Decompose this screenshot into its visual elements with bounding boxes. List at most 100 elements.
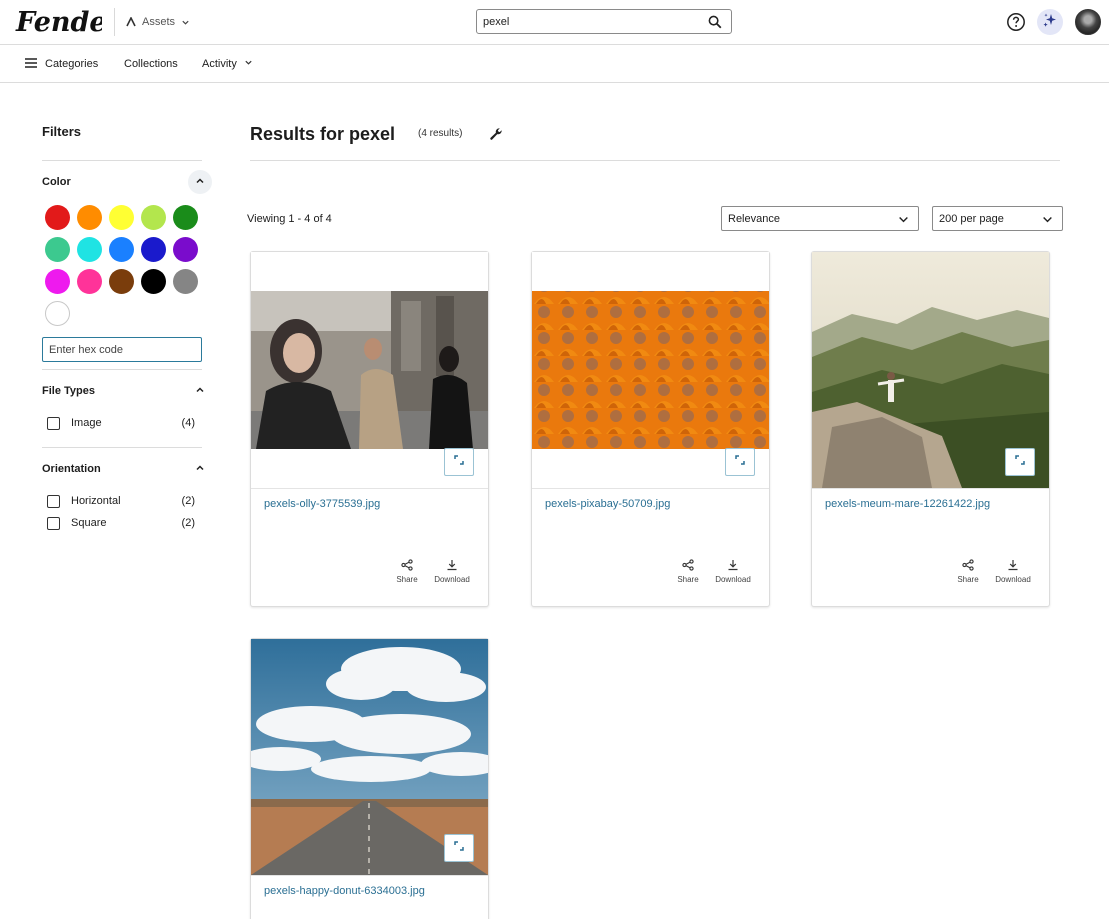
- results-count: (4 results): [418, 128, 463, 139]
- color-section-title: Color: [42, 176, 71, 188]
- sort-select[interactable]: Relevance: [721, 206, 919, 231]
- nav-collections[interactable]: Collections: [124, 56, 178, 72]
- search-box: [476, 9, 732, 34]
- expand-icon: [453, 839, 465, 857]
- nav-activity[interactable]: Activity: [202, 56, 253, 72]
- filters-title: Filters: [42, 124, 82, 139]
- assets-app-icon: [126, 17, 136, 27]
- color-swatch[interactable]: [109, 269, 134, 294]
- download-label: Download: [715, 575, 751, 584]
- filter-option-square: Square (2): [47, 516, 197, 532]
- nav-categories-label: Categories: [45, 58, 99, 70]
- asset-filename-link[interactable]: pexels-pixabay-50709.jpg: [545, 498, 670, 510]
- viewing-range: Viewing 1 - 4 of 4: [247, 213, 332, 225]
- chevron-up-icon: [195, 460, 205, 478]
- color-swatch[interactable]: [45, 301, 70, 326]
- search-icon[interactable]: [708, 15, 722, 29]
- per-page-select-value: 200 per page: [939, 213, 1004, 225]
- sparkle-icon: [1042, 12, 1058, 33]
- color-swatch[interactable]: [45, 237, 70, 262]
- download-icon: [1008, 560, 1018, 571]
- help-icon[interactable]: [1006, 12, 1026, 32]
- color-swatch[interactable]: [173, 269, 198, 294]
- share-label: Share: [677, 575, 699, 584]
- color-swatch[interactable]: [77, 237, 102, 262]
- file-types-collapse-toggle[interactable]: [188, 379, 212, 403]
- nav-activity-label: Activity: [202, 58, 237, 70]
- expand-preview-button[interactable]: [725, 448, 755, 476]
- filter-option-label: Image: [71, 417, 102, 429]
- asset-card[interactable]: pexels-happy-donut-6334003.jpg: [250, 638, 489, 919]
- card-divider: [812, 488, 1049, 489]
- ai-assistant-button[interactable]: [1037, 9, 1063, 35]
- filter-option-count: (4): [181, 417, 195, 429]
- color-collapse-toggle[interactable]: [188, 170, 212, 194]
- top-bar: Fender Assets: [0, 0, 1109, 45]
- sort-select-value: Relevance: [728, 213, 780, 225]
- orientation-collapse-toggle[interactable]: [188, 457, 212, 481]
- download-icon: [447, 560, 457, 571]
- wrench-icon[interactable]: [489, 127, 503, 141]
- hex-code-input[interactable]: [42, 337, 202, 362]
- chevron-up-icon: [195, 382, 205, 400]
- expand-preview-button[interactable]: [444, 448, 474, 476]
- share-button[interactable]: Share: [387, 559, 427, 584]
- expand-icon: [453, 453, 465, 471]
- orientation-section-title: Orientation: [42, 463, 101, 475]
- menu-icon: [24, 57, 38, 72]
- chevron-down-icon: [244, 58, 253, 70]
- chevron-down-icon: [1042, 214, 1053, 228]
- asset-filename-link[interactable]: pexels-happy-donut-6334003.jpg: [264, 885, 425, 897]
- share-button[interactable]: Share: [948, 559, 988, 584]
- download-button[interactable]: Download: [432, 559, 472, 584]
- expand-preview-button[interactable]: [1005, 448, 1035, 476]
- expand-preview-button[interactable]: [444, 834, 474, 862]
- color-swatch[interactable]: [45, 269, 70, 294]
- share-icon: [962, 559, 974, 571]
- nav-collections-label: Collections: [124, 58, 178, 70]
- share-label: Share: [396, 575, 418, 584]
- filter-option-horizontal: Horizontal (2): [47, 494, 197, 510]
- filters-divider: [42, 369, 202, 370]
- download-button[interactable]: Download: [713, 559, 753, 584]
- asset-filename-link[interactable]: pexels-olly-3775539.jpg: [264, 498, 380, 510]
- color-swatch[interactable]: [77, 269, 102, 294]
- nav-categories[interactable]: Categories: [24, 56, 98, 72]
- per-page-select[interactable]: 200 per page: [932, 206, 1063, 231]
- color-swatch[interactable]: [173, 237, 198, 262]
- card-divider: [251, 875, 488, 876]
- share-icon: [401, 559, 413, 571]
- color-swatch[interactable]: [109, 205, 134, 230]
- color-swatch[interactable]: [173, 205, 198, 230]
- filter-option-label: Square: [71, 517, 107, 529]
- fender-logo[interactable]: Fender: [14, 4, 102, 40]
- color-swatch[interactable]: [141, 237, 166, 262]
- asset-filename-link[interactable]: pexels-meum-mare-12261422.jpg: [825, 498, 990, 510]
- asset-card[interactable]: pexels-pixabay-50709.jpg Share Download: [531, 251, 770, 607]
- color-swatch[interactable]: [141, 269, 166, 294]
- nav-bar: Categories Collections Activity: [0, 45, 1109, 83]
- share-label: Share: [957, 575, 979, 584]
- download-button[interactable]: Download: [993, 559, 1033, 584]
- color-swatch[interactable]: [77, 205, 102, 230]
- chevron-down-icon: [181, 18, 190, 27]
- search-input[interactable]: [483, 13, 698, 30]
- user-avatar[interactable]: [1075, 9, 1101, 35]
- color-swatch[interactable]: [109, 237, 134, 262]
- expand-icon: [1014, 453, 1026, 471]
- color-swatch[interactable]: [141, 205, 166, 230]
- filter-option-label: Horizontal: [71, 495, 121, 507]
- asset-card[interactable]: pexels-meum-mare-12261422.jpg Share Down…: [811, 251, 1050, 607]
- color-swatch[interactable]: [45, 205, 70, 230]
- image-checkbox[interactable]: [47, 417, 60, 430]
- logo-text: Fender: [15, 7, 102, 38]
- square-checkbox[interactable]: [47, 517, 60, 530]
- app-switcher[interactable]: Assets: [126, 13, 190, 31]
- asset-card[interactable]: pexels-olly-3775539.jpg Share Download: [250, 251, 489, 607]
- header-divider: [114, 8, 115, 36]
- share-button[interactable]: Share: [668, 559, 708, 584]
- horizontal-checkbox[interactable]: [47, 495, 60, 508]
- download-label: Download: [434, 575, 470, 584]
- results-title: Results for pexel: [250, 124, 396, 144]
- filters-divider: [42, 447, 202, 448]
